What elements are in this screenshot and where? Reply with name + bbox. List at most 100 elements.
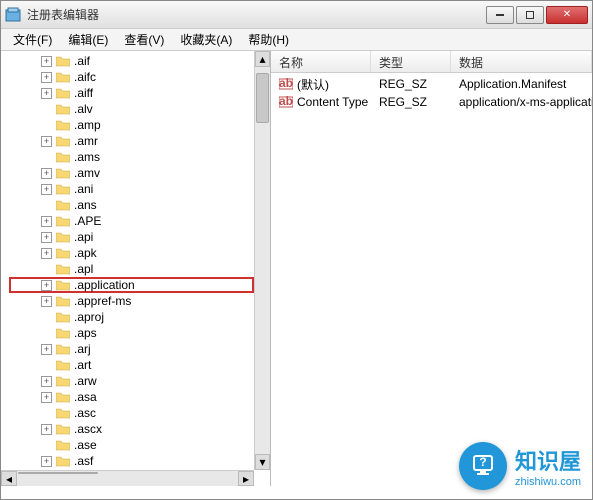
- tree-item[interactable]: .alv: [9, 101, 254, 117]
- tree-item[interactable]: .aps: [9, 325, 254, 341]
- window-title: 注册表编辑器: [27, 6, 484, 23]
- expander-icon[interactable]: +: [41, 168, 52, 179]
- values-pane: 名称 类型 数据 ab(默认)REG_SZApplication.Manifes…: [271, 51, 592, 486]
- titlebar: 注册表编辑器 ✕: [1, 1, 592, 29]
- string-value-icon: ab: [279, 77, 293, 91]
- column-name[interactable]: 名称: [271, 51, 371, 72]
- tree-item[interactable]: +.APE: [9, 213, 254, 229]
- tree-label: .aproj: [74, 310, 104, 324]
- tree-item[interactable]: + .asf: [9, 453, 254, 469]
- expander-icon[interactable]: +: [41, 280, 52, 291]
- folder-icon: [56, 408, 70, 419]
- tree-item[interactable]: + .appref-ms: [9, 293, 254, 309]
- folder-icon: [56, 312, 70, 323]
- tree-item[interactable]: .ase: [9, 437, 254, 453]
- menu-view[interactable]: 查看(V): [116, 29, 172, 50]
- expander-icon: [41, 152, 52, 163]
- tree-item[interactable]: .art: [9, 357, 254, 373]
- folder-icon: [56, 424, 70, 435]
- expander-icon[interactable]: +: [41, 184, 52, 195]
- tree-item[interactable]: +.aifc: [9, 69, 254, 85]
- tree-item[interactable]: +.arj: [9, 341, 254, 357]
- scroll-thumb[interactable]: [256, 73, 269, 123]
- tree-item[interactable]: + .api: [9, 229, 254, 245]
- expander-icon[interactable]: +: [41, 136, 52, 147]
- tree-hscroll[interactable]: ◂ ▸: [1, 470, 254, 486]
- expander-icon: [41, 312, 52, 323]
- tree-item[interactable]: + .apk: [9, 245, 254, 261]
- folder-icon: [56, 456, 70, 467]
- folder-icon: [56, 104, 70, 115]
- tree-item[interactable]: .ans: [9, 197, 254, 213]
- tree-item[interactable]: +.ascx: [9, 421, 254, 437]
- tree-label: .amr: [74, 134, 98, 148]
- tree-label: .asf: [74, 454, 93, 468]
- folder-icon: [56, 440, 70, 451]
- minimize-button[interactable]: [486, 6, 514, 24]
- tree-item[interactable]: + .amr: [9, 133, 254, 149]
- tree-item[interactable]: +.application: [9, 277, 254, 293]
- expander-icon[interactable]: +: [41, 296, 52, 307]
- tree-label: .alv: [74, 102, 93, 116]
- expander-icon[interactable]: +: [41, 344, 52, 355]
- list-row[interactable]: ab(默认)REG_SZApplication.Manifest: [271, 75, 592, 93]
- column-data[interactable]: 数据: [451, 51, 592, 72]
- tree-label: .aps: [74, 326, 97, 340]
- expander-icon[interactable]: +: [41, 392, 52, 403]
- tree-item[interactable]: + .ani: [9, 181, 254, 197]
- maximize-button[interactable]: [516, 6, 544, 24]
- tree-vscroll[interactable]: ▴ ▾: [254, 51, 270, 470]
- tree-label: .api: [74, 230, 93, 244]
- tree-item[interactable]: +.asa: [9, 389, 254, 405]
- scroll-up-icon[interactable]: ▴: [255, 51, 270, 67]
- tree-item[interactable]: + .amv: [9, 165, 254, 181]
- tree-label: .aif: [74, 54, 90, 68]
- menu-favorites[interactable]: 收藏夹(A): [172, 29, 240, 50]
- tree-item[interactable]: .ams: [9, 149, 254, 165]
- watermark-badge-icon: ?: [459, 442, 507, 490]
- folder-icon: [56, 56, 70, 67]
- menu-edit[interactable]: 编辑(E): [60, 29, 116, 50]
- expander-icon[interactable]: +: [41, 376, 52, 387]
- expander-icon[interactable]: +: [41, 248, 52, 259]
- tree-label: .ani: [74, 182, 93, 196]
- expander-icon[interactable]: +: [41, 456, 52, 467]
- expander-icon[interactable]: +: [41, 424, 52, 435]
- watermark-brand: 知识屋: [515, 444, 581, 476]
- menu-file[interactable]: 文件(F): [5, 29, 60, 50]
- value-data: application/x-ms-application: [451, 95, 592, 109]
- watermark-url: zhishiwu.com: [515, 476, 581, 488]
- menu-help[interactable]: 帮助(H): [240, 29, 297, 50]
- tree-item[interactable]: + .aif: [9, 53, 254, 69]
- menubar: 文件(F) 编辑(E) 查看(V) 收藏夹(A) 帮助(H): [1, 29, 592, 51]
- folder-icon: [56, 88, 70, 99]
- folder-icon: [56, 328, 70, 339]
- value-name: Content Type: [297, 95, 368, 109]
- tree-item[interactable]: + .arw: [9, 373, 254, 389]
- tree-label: .amv: [74, 166, 100, 180]
- tree-label: .arw: [74, 374, 97, 388]
- expander-icon[interactable]: +: [41, 232, 52, 243]
- scroll-right-icon[interactable]: ▸: [238, 471, 254, 486]
- column-type[interactable]: 类型: [371, 51, 451, 72]
- expander-icon[interactable]: +: [41, 216, 52, 227]
- scroll-down-icon[interactable]: ▾: [255, 454, 270, 470]
- expander-icon[interactable]: +: [41, 88, 52, 99]
- tree-label: .apk: [74, 246, 97, 260]
- string-value-icon: ab: [279, 95, 293, 109]
- close-button[interactable]: ✕: [546, 6, 588, 24]
- scroll-left-icon[interactable]: ◂: [1, 471, 17, 486]
- tree-label: .appref-ms: [74, 294, 131, 308]
- tree-label: .ans: [74, 198, 97, 212]
- tree-item[interactable]: +.aiff: [9, 85, 254, 101]
- tree-label: .art: [74, 358, 91, 372]
- tree-item[interactable]: .apl: [9, 261, 254, 277]
- tree-item[interactable]: .asc: [9, 405, 254, 421]
- list-row[interactable]: abContent TypeREG_SZapplication/x-ms-app…: [271, 93, 592, 111]
- scroll-thumb[interactable]: [18, 472, 98, 474]
- expander-icon[interactable]: +: [41, 56, 52, 67]
- tree-item[interactable]: .aproj: [9, 309, 254, 325]
- expander-icon[interactable]: +: [41, 72, 52, 83]
- tree-item[interactable]: .amp: [9, 117, 254, 133]
- expander-icon: [41, 200, 52, 211]
